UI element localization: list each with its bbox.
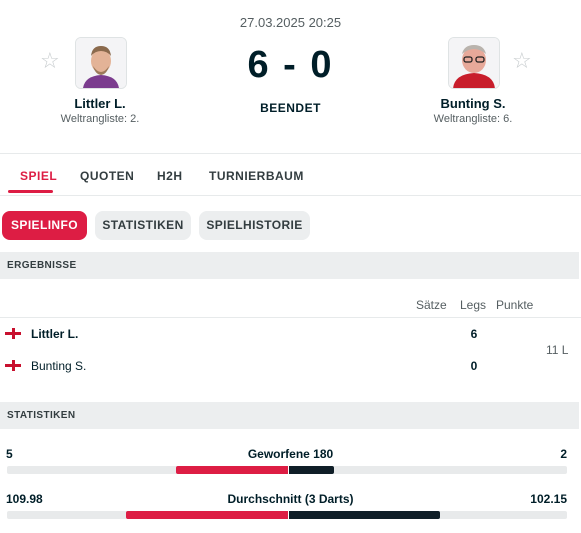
tab-spiel[interactable]: SPIEL (20, 169, 57, 183)
column-legs: Legs (460, 298, 487, 312)
favorite-away-star-icon[interactable]: ☆ (512, 50, 532, 72)
match-format: 11 L (546, 343, 569, 357)
subtab-spielhistorie[interactable]: SPIELHISTORIE (199, 211, 310, 240)
away-player-name[interactable]: Bunting S. (393, 96, 553, 111)
column-punkte: Punkte (496, 298, 534, 312)
tab-turnierbaum[interactable]: TURNIERBAUM (209, 169, 304, 183)
stat-180-label: Geworfene 180 (247, 447, 334, 461)
result-row-away-name[interactable]: Bunting S. (31, 359, 86, 373)
subtab-spielinfo[interactable]: SPIELINFO (2, 211, 87, 240)
result-row-home-legs: 6 (470, 327, 478, 341)
stat-average-home-bar (126, 511, 288, 519)
tab-quoten[interactable]: QUOTEN (80, 169, 134, 183)
stat-average-away-bar (289, 511, 440, 519)
subtab-statistiken[interactable]: STATISTIKEN (95, 211, 191, 240)
result-row-away-legs: 0 (470, 359, 478, 373)
result-row-home-name[interactable]: Littler L. (31, 327, 78, 341)
divider (0, 195, 581, 196)
player-photo-icon (449, 38, 499, 88)
stat-180-away-bar (289, 466, 334, 474)
section-statistiken: STATISTIKEN (0, 402, 579, 429)
tab-h2h[interactable]: H2H (157, 169, 183, 183)
active-tab-indicator (8, 190, 53, 193)
divider (0, 317, 581, 318)
section-ergebnisse: ERGEBNISSE (0, 252, 579, 279)
divider (0, 153, 581, 154)
stat-180-home-bar (176, 466, 288, 474)
stat-average-away: 102.15 (530, 492, 567, 506)
column-saetze: Sätze (416, 298, 447, 312)
england-flag-icon (5, 328, 21, 339)
match-datetime: 27.03.2025 20:25 (239, 15, 342, 30)
stat-average-label: Durchschnitt (3 Darts) (227, 492, 354, 506)
stat-180-away: 2 (560, 447, 567, 461)
away-player-rank: Weltrangliste: 6. (433, 113, 513, 125)
away-player-avatar[interactable] (448, 37, 500, 89)
england-flag-icon (5, 360, 21, 371)
